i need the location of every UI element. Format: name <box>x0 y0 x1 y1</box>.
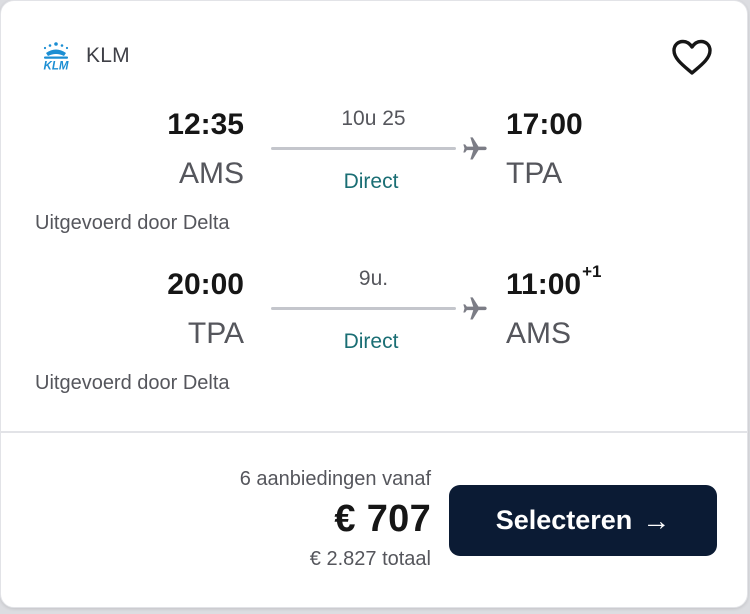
route-line <box>271 147 456 150</box>
departure-airport: TPA <box>187 317 244 350</box>
select-button-label: Selecteren <box>495 505 633 535</box>
route-line <box>271 307 456 310</box>
total-price: € 2.827 totaal <box>309 548 431 570</box>
arrival-time: 11:00+1 <box>506 263 601 301</box>
stops-label: Direct <box>343 330 399 353</box>
departure-time: 12:35 <box>167 108 244 141</box>
plane-icon <box>461 295 489 323</box>
klm-logo: KLM <box>44 42 69 72</box>
stops-label: Direct <box>343 170 399 193</box>
return-leg: 20:00 9u. Direct 11:00+1 TPA AMS Uitgevo… <box>1 257 747 407</box>
departure-time: 20:00 <box>167 268 244 301</box>
airline-info: KLM KLM <box>35 41 130 71</box>
arrival-time: 17:00 <box>506 110 584 140</box>
airline-name: KLM <box>86 44 130 67</box>
operated-by: Uitgevoerd door Delta <box>35 372 230 394</box>
arrival-time-value: 11:00 <box>506 268 582 301</box>
price: € 707 <box>334 498 431 540</box>
arrival-airport: AMS <box>506 317 572 350</box>
arrow-right-icon: → <box>642 504 671 536</box>
day-offset: +1 <box>582 262 602 281</box>
klm-logo-text: KLM <box>44 61 69 72</box>
offers-count: 6 aanbiedingen vanaf <box>239 468 431 490</box>
flight-duration: 9u. <box>358 267 389 290</box>
flight-result-card[interactable]: KLM KLM 12:35 10u 25 Direct 17:00 AMS TP… <box>0 0 748 608</box>
select-button[interactable]: Selecteren → <box>449 485 717 556</box>
divider <box>1 431 747 433</box>
arrival-airport: TPA <box>506 157 563 190</box>
flight-duration: 10u 25 <box>341 107 406 130</box>
arrival-time-value: 17:00 <box>506 108 583 141</box>
plane-icon <box>461 135 489 163</box>
departure-airport: AMS <box>178 157 244 190</box>
heart-outline-icon[interactable] <box>669 38 715 78</box>
favorite-button[interactable] <box>669 38 715 78</box>
operated-by: Uitgevoerd door Delta <box>35 212 230 234</box>
outbound-leg: 12:35 10u 25 Direct 17:00 AMS TPA Uitgev… <box>1 97 747 247</box>
